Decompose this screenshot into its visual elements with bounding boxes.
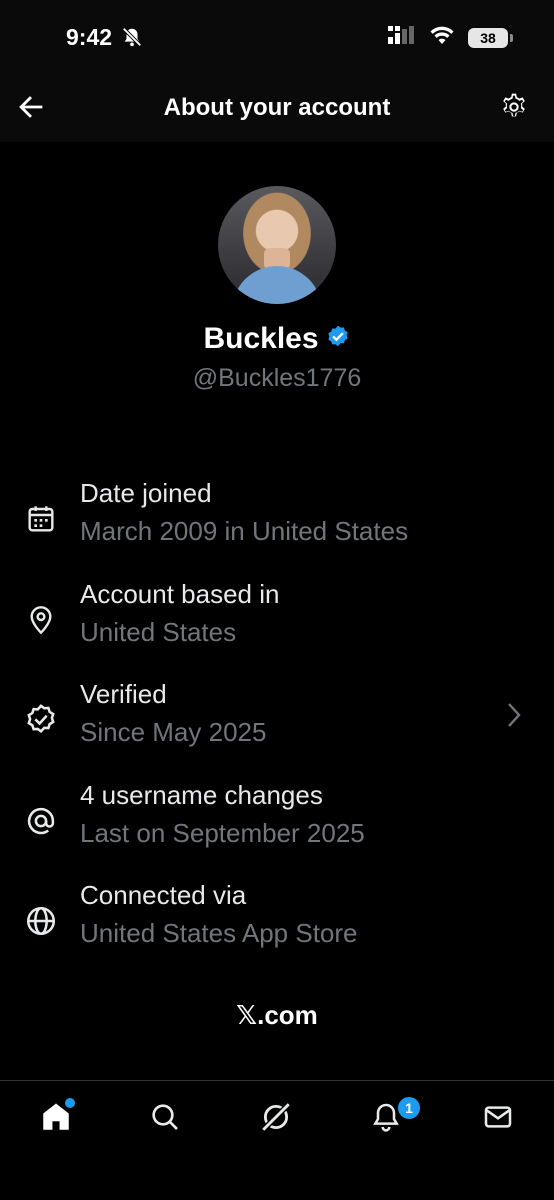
notifications-badge: 1 [396,1094,422,1121]
verified-badge-outline-icon [22,701,60,739]
tab-home[interactable] [34,1097,78,1141]
mail-icon [482,1101,514,1138]
globe-icon [22,902,60,940]
bottom-tab-bar: 1 [0,1080,554,1200]
detail-date-joined: Date joined March 2009 in United States [0,478,554,562]
home-icon [39,1097,75,1139]
avatar[interactable] [218,186,336,304]
status-time: 9:42 [66,24,113,50]
location-pin-icon [22,601,60,639]
status-bar: 9:42 38 [0,0,554,70]
detail-subtitle: United States [80,617,237,647]
wifi-icon [430,26,454,49]
bell-muted-icon [121,26,143,53]
detail-subtitle: United States App Store [80,918,358,948]
header: About your account [0,70,554,142]
detail-title: Date joined [80,478,212,508]
profile-handle: @Buckles1776 [192,364,362,392]
detail-title: Connected via [80,880,247,910]
detail-username-changes: 4 username changes Last on September 202… [0,780,554,864]
bell-icon: 1 [370,1094,422,1138]
detail-verified[interactable]: Verified Since May 2025 [0,679,554,763]
detail-connected-via: Connected via United States App Store [0,880,554,964]
chevron-right-icon [506,701,522,734]
detail-title: Verified [80,679,167,709]
page-title: About your account [163,94,391,121]
tab-messages[interactable] [476,1097,520,1141]
tab-grok[interactable] [254,1097,298,1141]
signal-icon [388,26,416,49]
settings-gear-icon[interactable] [498,91,530,123]
tab-search[interactable] [143,1097,187,1141]
detail-account-based-in: Account based in United States [0,579,554,663]
battery-indicator: 38 [468,27,513,48]
detail-title: Account based in [80,579,280,609]
profile-name: Buckles [203,322,319,355]
profile-name-row: Buckles [0,322,554,356]
home-unread-dot [65,1097,75,1108]
x-com-link[interactable]: 𝕏.com [0,1000,554,1031]
at-sign-icon [22,802,60,840]
detail-subtitle: March 2009 in United States [80,516,409,546]
detail-subtitle: Since May 2025 [80,717,267,747]
grok-icon [259,1100,293,1139]
tab-notifications[interactable]: 1 [364,1094,422,1141]
detail-title: 4 username changes [80,780,323,810]
detail-subtitle: Last on September 2025 [80,818,365,848]
calendar-icon [22,500,60,538]
search-icon [149,1101,181,1138]
verified-badge-icon [325,324,351,355]
